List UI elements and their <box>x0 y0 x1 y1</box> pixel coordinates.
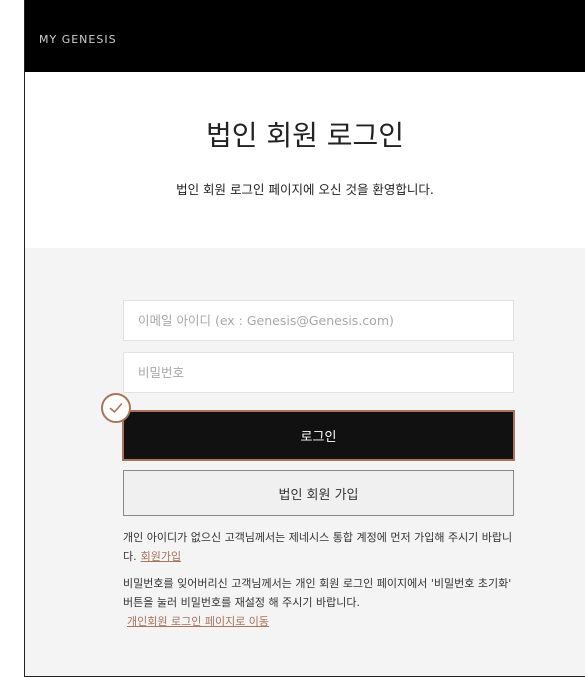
login-form-section: 로그인 법인 회원 가입 개인 아이디가 없으신 고객님께서는 제네시스 통합 … <box>25 248 585 676</box>
check-circle-icon <box>101 393 131 423</box>
signup-link[interactable]: 회원가입 <box>141 550 181 563</box>
check-mark-icon <box>109 403 123 413</box>
hero-section: 법인 회원 로그인 법인 회원 로그인 페이지에 오신 것을 환영합니다. <box>25 72 585 248</box>
password-reset-note: 비밀번호를 잊어버리신 고객님께서는 개인 회원 로그인 페이지에서 '비밀번호… <box>123 574 523 631</box>
page-subtitle: 법인 회원 로그인 페이지에 오신 것을 환영합니다. <box>176 182 434 197</box>
page-frame: MY GENESIS 법인 회원 로그인 법인 회원 로그인 페이지에 오신 것… <box>24 0 585 677</box>
login-button-label: 로그인 <box>300 430 337 445</box>
login-button[interactable]: 로그인 <box>122 410 515 461</box>
password-input[interactable] <box>123 352 514 393</box>
signup-note-text: 개인 아이디가 없으신 고객님께서는 제네시스 통합 계정에 먼저 가입해 주시… <box>123 531 513 563</box>
page-title: 법인 회원 로그인 <box>205 119 405 152</box>
signup-button-label: 법인 회원 가입 <box>278 487 359 503</box>
personal-login-link[interactable]: 개인회원 로그인 페이지로 이동 <box>127 612 269 631</box>
signup-note: 개인 아이디가 없으신 고객님께서는 제네시스 통합 계정에 먼저 가입해 주시… <box>123 528 523 566</box>
top-bar: MY GENESIS <box>25 0 585 72</box>
brand-logo[interactable]: MY GENESIS <box>39 33 117 46</box>
password-reset-note-text: 비밀번호를 잊어버리신 고객님께서는 개인 회원 로그인 페이지에서 '비밀번호… <box>123 577 512 609</box>
email-input[interactable] <box>123 300 514 341</box>
corporate-signup-button[interactable]: 법인 회원 가입 <box>123 470 514 516</box>
